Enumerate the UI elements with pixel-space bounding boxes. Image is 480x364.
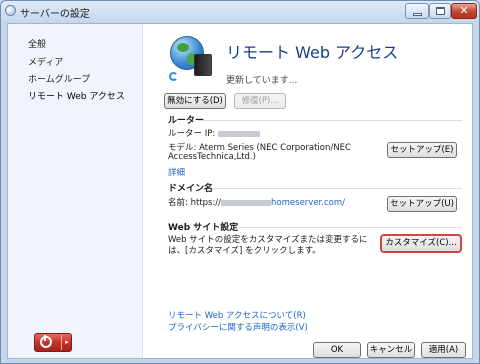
domain-name-value[interactable]: homeserver.com/ — [221, 198, 345, 208]
router-setup-button[interactable]: セットアップ(E) — [387, 142, 457, 158]
about-remote-access-link[interactable]: リモート Web アクセスについて(R) — [168, 309, 306, 321]
settings-nav: 全般 メディア ホームグループ リモート Web アクセス ▸ — [8, 24, 143, 358]
website-divider — [238, 227, 462, 228]
apply-button[interactable]: 適用(A) — [421, 342, 466, 358]
window-title: サーバーの設定 — [20, 9, 90, 20]
router-details-link[interactable]: 詳細 — [168, 166, 185, 178]
domain-divider — [212, 188, 462, 189]
domain-heading: ドメイン名 — [168, 184, 214, 194]
server-icon — [194, 54, 212, 76]
settings-window: サーバーの設定 ✕ 全般 メディア ホームグループ リモート Web アクセス … — [0, 0, 480, 364]
router-ip-value — [217, 130, 260, 137]
cancel-button[interactable]: キャンセル — [367, 342, 415, 358]
shutdown-button[interactable]: ▸ — [34, 333, 72, 352]
privacy-statement-link[interactable]: プライバシーに関する声明の表示(V) — [168, 321, 308, 333]
router-model-line2: AccessTechnica,Ltd.) — [168, 152, 256, 162]
close-button[interactable]: ✕ — [451, 3, 477, 19]
repair-button[interactable]: 修復(P)... — [234, 93, 286, 109]
status-text: 更新しています... — [226, 76, 298, 86]
nav-item-homegroup[interactable]: ホームグループ — [28, 72, 90, 85]
nav-item-media[interactable]: メディア — [28, 55, 63, 68]
router-ip-label: ルーター IP: — [168, 129, 216, 139]
website-heading: Web サイト設定 — [168, 223, 239, 233]
remote-web-access-panel: リモート Web アクセス 更新しています... 無効にする(D) 修復(P).… — [142, 24, 472, 358]
close-icon: ✕ — [459, 4, 469, 17]
dialog-client-area: 全般 メディア ホームグループ リモート Web アクセス ▸ リモート Web… — [7, 23, 473, 359]
title-bar[interactable]: サーバーの設定 ✕ — [1, 1, 479, 23]
progress-spinner-icon — [169, 72, 178, 81]
page-title: リモート Web アクセス — [226, 43, 399, 62]
domain-name-blurred — [221, 199, 272, 206]
router-ip-row: ルーター IP: — [168, 127, 260, 139]
maximize-button[interactable] — [429, 3, 451, 19]
power-menu-arrow-icon[interactable]: ▸ — [61, 335, 72, 350]
minimize-icon — [413, 13, 422, 16]
disable-button[interactable]: 無効にする(D) — [164, 93, 226, 109]
domain-name-row: 名前: https:// homeserver.com/ — [168, 196, 345, 208]
domain-setup-button[interactable]: セットアップ(U) — [387, 196, 457, 212]
domain-name-label: 名前: https:// — [168, 198, 222, 208]
router-divider — [198, 120, 462, 121]
ok-button[interactable]: OK — [313, 342, 361, 358]
website-desc-line2: は、[カスタマイズ] をクリックします。 — [168, 246, 321, 256]
nav-item-general[interactable]: 全般 — [28, 37, 46, 50]
domain-name-suffix: homeserver.com/ — [271, 198, 345, 208]
minimize-button[interactable] — [405, 3, 429, 19]
nav-item-remote-web-access[interactable]: リモート Web アクセス — [28, 89, 125, 102]
power-icon — [40, 335, 52, 348]
server-settings-icon — [5, 5, 16, 16]
maximize-icon — [436, 7, 445, 15]
customize-button[interactable]: カスタマイズ(C)... — [380, 234, 462, 253]
